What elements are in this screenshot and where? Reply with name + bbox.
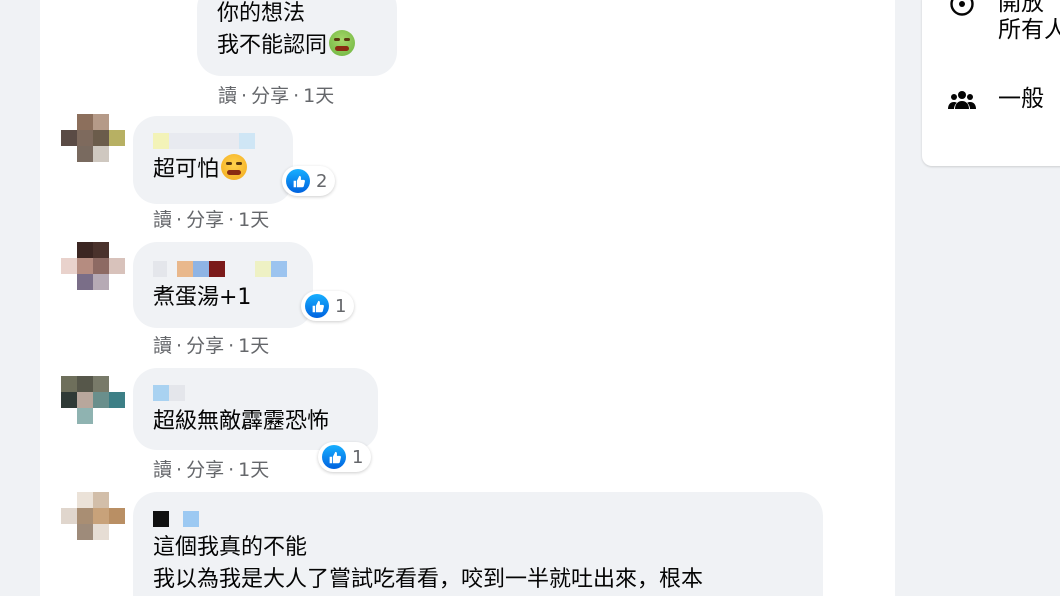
reply-link[interactable]: 讀 — [218, 85, 237, 107]
comment-feed: 你的想法 我不能認同 讀·分享·1天 超可怕 2 讀·分享·1天 — [40, 0, 895, 596]
comment-actions: 讀 · 分享 · 1天 — [153, 335, 270, 357]
reply-link[interactable]: 讀 — [153, 459, 172, 481]
avatar[interactable] — [61, 242, 125, 306]
group-info-card: 開放 所有人 一般 — [922, 0, 1060, 166]
comment-text: 我以為我是大人了嘗試吃看看，咬到一半就吐出來，根本 — [153, 567, 704, 592]
avatar[interactable] — [61, 492, 125, 556]
reaction-count[interactable]: 1 — [301, 291, 355, 321]
avatar[interactable] — [61, 114, 125, 178]
comment-bubble: 超級無敵霹靂恐怖 — [133, 368, 378, 450]
reply-link[interactable]: 讀 — [153, 335, 172, 357]
commenter-name-blurred[interactable] — [153, 256, 293, 282]
group-icon — [948, 86, 976, 114]
commenter-name-blurred[interactable] — [153, 506, 803, 532]
group-type-text: 一般 — [998, 86, 1044, 112]
share-link[interactable]: 分享 — [186, 459, 224, 481]
comment-actions: 讀 · 分享 · 1天 — [153, 459, 270, 481]
comment-bubble: 這個我真的不能 我以為我是大人了嘗試吃看看，咬到一半就吐出來，根本 — [133, 492, 823, 596]
share-link[interactable]: 分享 — [251, 85, 289, 107]
reaction-count[interactable]: 2 — [282, 166, 336, 196]
share-link[interactable]: 分享 — [186, 335, 224, 357]
like-icon — [305, 294, 329, 318]
globe-icon — [948, 0, 976, 18]
share-link[interactable]: 分享 — [186, 209, 224, 231]
commenter-name-blurred[interactable] — [153, 128, 273, 154]
reaction-count[interactable]: 1 — [318, 442, 372, 472]
privacy-text: 開放 所有人 — [998, 0, 1060, 43]
comment-text: 我不能認同 — [217, 33, 328, 58]
comment-text: 超級無敵霹靂恐怖 — [153, 409, 330, 434]
comment-actions: 讀 · 分享 · 1天 — [218, 85, 335, 107]
privacy-row: 開放 所有人 — [948, 0, 1060, 44]
comment-bubble: 你的想法 我不能認同 — [197, 0, 397, 76]
like-icon — [286, 169, 310, 193]
comment-bubble: 煮蛋湯+1 — [133, 242, 313, 328]
avatar[interactable] — [61, 376, 125, 440]
comment-text: 煮蛋湯+1 — [153, 285, 252, 310]
comment-text: 你的想法 — [217, 1, 306, 26]
sick-face-emoji — [329, 30, 356, 56]
comment-text: 超可怕 — [153, 157, 220, 182]
tired-face-emoji — [221, 154, 248, 180]
timestamp-link[interactable]: 1天 — [303, 85, 334, 107]
timestamp-link[interactable]: 1天 — [238, 335, 269, 357]
commenter-name-blurred[interactable] — [153, 380, 358, 406]
timestamp-link[interactable]: 1天 — [238, 209, 269, 231]
reply-link[interactable]: 讀 — [153, 209, 172, 231]
group-type-row: 一般 — [948, 86, 1044, 114]
timestamp-link[interactable]: 1天 — [238, 459, 269, 481]
comment-text: 這個我真的不能 — [153, 535, 308, 560]
comment-bubble: 超可怕 — [133, 116, 293, 204]
comment-actions: 讀 · 分享 · 1天 — [153, 209, 270, 231]
like-icon — [322, 445, 346, 469]
